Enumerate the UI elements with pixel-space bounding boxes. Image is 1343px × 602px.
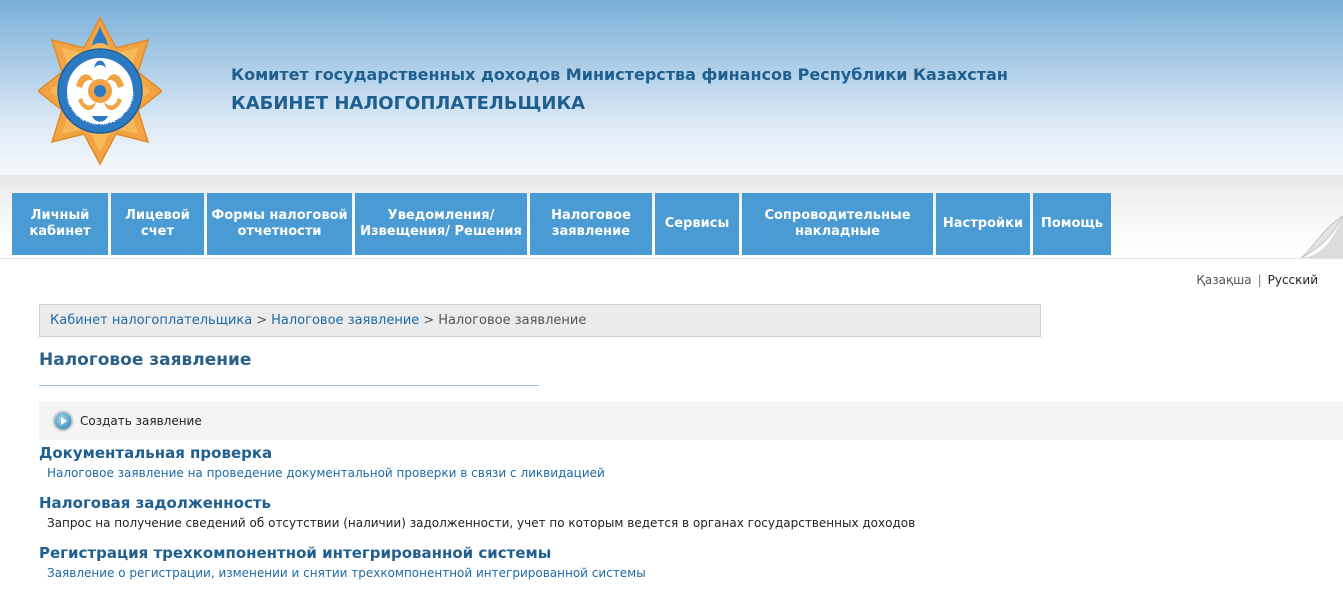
nav-item-settings[interactable]: Настройки (936, 193, 1030, 255)
section-title-documentary-audit: Документальная проверка (39, 444, 273, 462)
title-divider (39, 385, 539, 386)
site-header: МЕМЛЕКЕТТІК КІРІСТЕР КОМИТЕТІ Комитет го… (0, 0, 1343, 175)
breadcrumb: Кабинет налогоплательщика > Налоговое заяв… (39, 304, 1041, 337)
nav-item-personal-cabinet[interactable]: Личный кабинет (12, 193, 108, 255)
breadcrumb-link-tax-application[interactable]: Налоговое заявление (271, 313, 419, 328)
three-component-system-link[interactable]: Заявление о регистрации, изменении и сня… (47, 566, 646, 580)
main-nav: Личный кабинет Лицевой счет Формы налого… (12, 193, 1111, 255)
cabinet-title: КАБИНЕТ НАЛОГОПЛАТЕЛЬЩИКА (231, 93, 586, 114)
nav-item-services[interactable]: Сервисы (655, 193, 739, 255)
nav-item-help[interactable]: Помощь (1033, 193, 1111, 255)
breadcrumb-link-cabinet[interactable]: Кабинет налогоплательщика (50, 313, 252, 328)
lang-kazakh-link[interactable]: Қазақша (1196, 273, 1251, 287)
nav-item-tax-reporting-forms[interactable]: Формы налоговой отчетности (207, 193, 352, 255)
language-switch: Қазақша | Русский (1196, 273, 1318, 287)
nav-item-tax-application[interactable]: Налоговое заявление (530, 193, 652, 255)
logo[interactable]: МЕМЛЕКЕТТІК КІРІСТЕР КОМИТЕТІ (36, 12, 164, 166)
play-icon (52, 410, 74, 432)
lang-russian-link[interactable]: Русский (1268, 273, 1318, 287)
section-title-three-component-system: Регистрация трехкомпонентной интегрирова… (39, 544, 552, 562)
page-title: Налоговое заявление (39, 350, 252, 370)
org-title: Комитет государственных доходов Министер… (231, 65, 1008, 84)
tax-debt-description[interactable]: Запрос на получение сведений об отсутств… (47, 516, 915, 530)
breadcrumb-separator: > (256, 313, 268, 328)
section-title-tax-debt: Налоговая задолженность (39, 494, 272, 512)
create-application-button[interactable]: Создать заявление (52, 410, 202, 432)
documentary-audit-link[interactable]: Налоговое заявление на проведение докуме… (47, 466, 605, 480)
nav-item-notifications[interactable]: Уведомления/ Извещения/ Решения (355, 193, 527, 255)
breadcrumb-separator: > (423, 313, 435, 328)
create-application-label: Создать заявление (80, 414, 202, 428)
breadcrumb-current: Налоговое заявление (438, 313, 587, 328)
toolbar: Создать заявление (39, 402, 1343, 440)
state-revenue-committee-emblem-icon: МЕМЛЕКЕТТІК КІРІСТЕР КОМИТЕТІ (36, 12, 164, 166)
nav-item-waybills[interactable]: Сопроводительные накладные (742, 193, 933, 255)
nav-item-personal-account[interactable]: Лицевой счет (111, 193, 204, 255)
lang-separator: | (1257, 273, 1262, 287)
page-curl-icon (1301, 216, 1343, 258)
